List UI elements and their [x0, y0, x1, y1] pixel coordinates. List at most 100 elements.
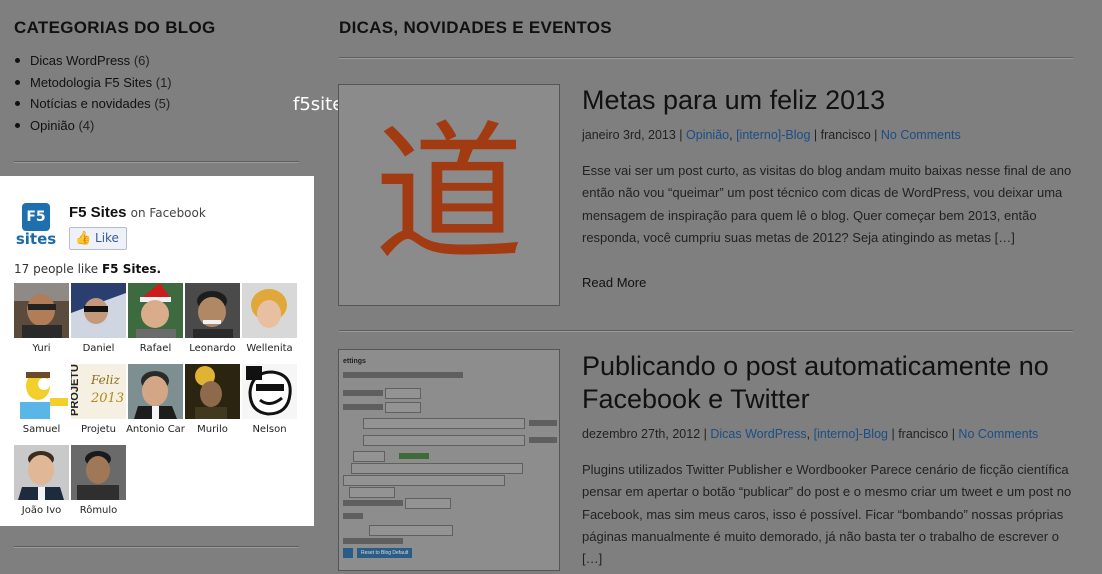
avatar — [14, 445, 69, 500]
thumbnail-button — [343, 548, 353, 558]
avatar — [14, 364, 69, 419]
thumbnail-field — [349, 487, 395, 498]
on-facebook-text: on Facebook — [130, 206, 206, 220]
fan-face[interactable]: João Ivo — [14, 445, 69, 517]
likes-count-text: 17 people like — [14, 262, 99, 276]
category-link[interactable]: Metodologia F5 Sites — [30, 75, 152, 90]
read-more-link[interactable]: Read More — [582, 275, 646, 290]
like-label: Like — [95, 231, 119, 245]
likes-count: 17 people like F5 Sites. — [14, 262, 161, 276]
thumbnail-line — [343, 538, 403, 544]
projetu-year: 2013 — [90, 391, 124, 406]
fan-name: Wellenita — [246, 343, 293, 354]
thumbnail-line — [529, 420, 557, 426]
comments-link[interactable]: No Comments — [881, 128, 961, 142]
post-author: francisco — [820, 128, 871, 142]
categories-list: Dicas WordPress (6) Metodologia F5 Sites… — [14, 50, 172, 136]
fan-name: Yuri — [32, 343, 51, 354]
post-excerpt: Plugins utilizados Twitter Publisher e W… — [582, 462, 1072, 567]
fan-name: Murilo — [197, 424, 228, 435]
thumbnail-line — [343, 500, 403, 506]
fan-face[interactable]: Rômulo — [71, 445, 126, 517]
fan-name: Projetu — [80, 424, 117, 435]
categories-heading: CATEGORIAS DO BLOG — [14, 18, 216, 37]
projetu-text: PROJETU — [71, 364, 81, 416]
post-author: francisco — [898, 427, 949, 441]
avatar — [185, 364, 240, 419]
fan-face[interactable]: Samuel — [14, 364, 69, 436]
category-link[interactable]: Opinião — [686, 128, 729, 142]
thumbnail-line — [343, 404, 383, 410]
post-title[interactable]: Publicando o post automaticamente no Fac… — [582, 350, 1082, 416]
fan-face[interactable]: Leonardo — [185, 283, 240, 355]
fan-face[interactable]: Daniel — [71, 283, 126, 355]
post-date: janeiro 3rd, 2013 — [582, 128, 676, 142]
fan-name: Rômulo — [79, 505, 118, 516]
post-title[interactable]: Metas para um feliz 2013 — [582, 84, 1082, 117]
thumbnail-line — [343, 390, 383, 396]
fan-name: João Ivo — [21, 505, 62, 516]
fan-face[interactable]: Antonio Car — [126, 364, 185, 436]
avatar: PROJETU Feliz 2013 — [71, 364, 126, 419]
thumbnail-line — [343, 513, 363, 519]
fan-face[interactable]: Yuri — [14, 283, 69, 355]
category-link[interactable]: Notícias e novidades — [30, 96, 151, 111]
thumbnail-field — [343, 475, 505, 486]
post-thumbnail[interactable]: ettings Reset to Blog Default — [338, 349, 560, 571]
category-item[interactable]: Dicas WordPress (6) — [14, 50, 172, 72]
fan-face[interactable]: Murilo — [185, 364, 240, 436]
category-item[interactable]: Notícias e novidades (5) — [14, 93, 172, 115]
avatar — [71, 283, 126, 338]
thumbnail-field — [369, 525, 453, 536]
f5-sites-logo[interactable]: F5 sites — [14, 203, 58, 249]
thumbnail-field — [363, 435, 525, 446]
category-count: (5) — [154, 96, 171, 111]
category-link[interactable]: [interno]-Blog — [814, 427, 888, 441]
fan-face[interactable]: Wellenita — [242, 283, 297, 355]
category-count: (6) — [133, 53, 150, 68]
projetu-feliz: Feliz — [90, 373, 120, 387]
fan-name: Rafael — [139, 343, 172, 354]
page-name-link[interactable]: F5 Sites — [69, 204, 127, 221]
thumbnail-field — [353, 451, 385, 462]
thumbnail-line — [529, 437, 557, 443]
post-divider — [339, 330, 1073, 332]
category-link[interactable]: Dicas WordPress — [710, 427, 806, 441]
avatar — [242, 283, 297, 338]
fan-face[interactable]: PROJETU Feliz 2013 Projetu — [71, 364, 126, 436]
post-meta: janeiro 3rd, 2013 | Opinião, [interno]-B… — [582, 128, 961, 142]
post-thumbnail[interactable]: 道 — [338, 84, 560, 306]
post-meta: dezembro 27th, 2012 | Dicas WordPress, [… — [582, 427, 1039, 441]
section-title: DICAS, NOVIDADES E EVENTOS — [339, 18, 612, 37]
category-link[interactable]: Opinião — [30, 118, 75, 133]
fan-name: Leonardo — [189, 343, 236, 354]
avatar — [185, 283, 240, 338]
category-item[interactable]: Metodologia F5 Sites (1) — [14, 72, 172, 94]
category-link[interactable]: [interno]-Blog — [736, 128, 810, 142]
thumbnail-heading: ettings — [343, 358, 366, 365]
facebook-page-name: F5 Sites on Facebook — [69, 204, 206, 221]
thumbnail-line — [399, 453, 429, 459]
category-item[interactable]: Opinião (4) — [14, 115, 172, 137]
post-excerpt: Esse vai ser um post curto, as visitas d… — [582, 163, 1072, 245]
category-count: (4) — [78, 117, 95, 133]
section-divider — [339, 57, 1073, 59]
calligraphy-glyph: 道 — [373, 108, 524, 282]
avatar — [242, 364, 297, 419]
thumbnail-field — [385, 402, 421, 413]
thumbs-up-icon: 👍 — [75, 231, 92, 246]
logo-mark: F5 — [22, 203, 50, 231]
fan-name: Antonio Car — [126, 424, 185, 435]
likes-page-link[interactable]: F5 Sites. — [102, 262, 161, 276]
avatar — [128, 283, 183, 338]
category-link[interactable]: Dicas WordPress — [30, 53, 130, 68]
fan-face[interactable]: Rafael — [128, 283, 183, 355]
facebook-like-box: F5 sites F5 Sites on Facebook 👍 Like 17 … — [0, 176, 314, 526]
fan-face[interactable]: Nelson — [242, 364, 297, 436]
thumbnail-field — [405, 498, 451, 509]
post-date: dezembro 27th, 2012 — [582, 427, 701, 441]
fan-name: Daniel — [82, 343, 115, 354]
comments-link[interactable]: No Comments — [958, 427, 1038, 441]
facebook-like-button[interactable]: 👍 Like — [69, 227, 127, 250]
thumbnail-field — [385, 388, 421, 399]
